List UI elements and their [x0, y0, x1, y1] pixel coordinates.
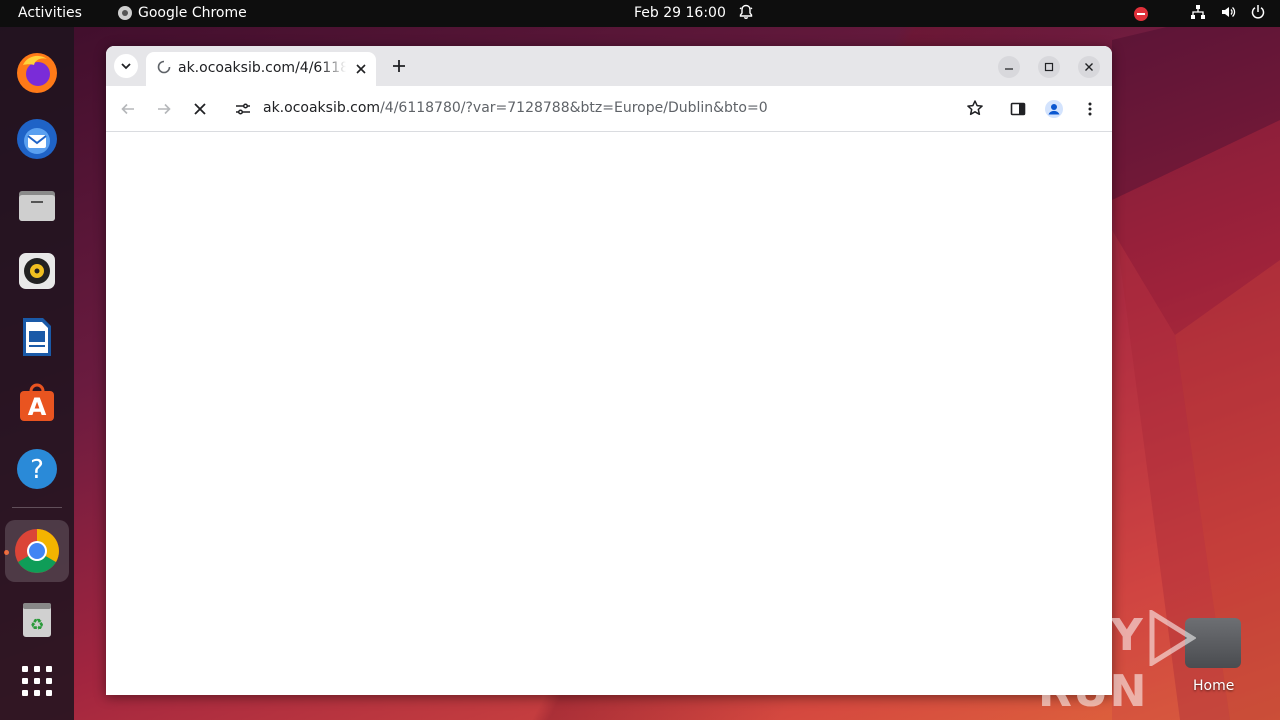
chrome-icon [15, 529, 59, 573]
url-path: /4/6118780/?var=7128788&btz=Europe/Dubli… [380, 100, 768, 116]
dock-libreoffice-writer[interactable] [10, 310, 64, 364]
arrow-left-icon [121, 103, 134, 115]
bookmark-star-icon[interactable] [966, 99, 984, 121]
back-button[interactable] [116, 97, 140, 121]
chrome-small-icon [118, 6, 132, 20]
new-tab-button[interactable] [388, 55, 410, 77]
avatar-icon [1045, 100, 1063, 118]
side-panel-icon [1010, 102, 1026, 116]
app-center-icon: A [20, 383, 54, 421]
watermark-left: ANY [1038, 610, 1144, 661]
svg-text:♻: ♻ [30, 615, 44, 634]
app-menu[interactable]: Google Chrome [118, 5, 247, 21]
power-icon[interactable] [1250, 4, 1266, 24]
system-tray[interactable] [1134, 4, 1266, 24]
tab-close-button[interactable] [352, 60, 370, 78]
libreoffice-writer-icon [23, 318, 51, 356]
dock-rhythmbox[interactable] [10, 244, 64, 298]
stop-loading-button[interactable] [188, 97, 212, 121]
chrome-window: ak.ocoaksib.com/4/6118780/?var=7128788&b… [106, 46, 1112, 695]
volume-icon[interactable] [1220, 4, 1236, 24]
app-name: Google Chrome [138, 5, 247, 21]
dock-chrome[interactable] [5, 520, 69, 582]
chrome-menu-button[interactable] [1078, 97, 1102, 121]
profile-button[interactable] [1042, 97, 1066, 121]
dock: A ? ♻ [0, 27, 74, 720]
play-logo-icon [1149, 610, 1196, 666]
notification-bell-icon[interactable] [738, 4, 754, 24]
loading-favicon-icon [157, 60, 171, 78]
help-icon: ? [17, 449, 57, 489]
dock-help[interactable]: ? [10, 442, 64, 496]
dock-firefox[interactable] [10, 46, 64, 100]
anyrun-watermark: ANYRUN [1038, 610, 1280, 717]
minimize-icon [1005, 68, 1013, 70]
watermark-right: RUN [1038, 666, 1148, 717]
side-panel-button[interactable] [1006, 97, 1030, 121]
tab-search-button[interactable] [114, 54, 138, 78]
activities-button[interactable]: Activities [18, 5, 82, 21]
browser-toolbar: ak.ocoaksib.com/4/6118780/?var=7128788&b… [106, 86, 1112, 132]
svg-text:?: ? [30, 455, 44, 485]
tab-strip: ak.ocoaksib.com/4/6118780/?var=7128788&b… [106, 46, 1112, 86]
close-window-button[interactable] [1078, 56, 1100, 78]
dock-app-center[interactable]: A [10, 376, 64, 430]
maximize-button[interactable] [1038, 56, 1060, 78]
close-icon [1085, 63, 1093, 71]
chevron-down-icon [121, 63, 131, 70]
do-not-disturb-icon[interactable] [1134, 7, 1148, 21]
forward-button[interactable] [152, 97, 176, 121]
svg-text:A: A [28, 393, 47, 421]
dock-separator [12, 507, 62, 508]
maximize-icon [1044, 62, 1054, 72]
close-icon [356, 64, 366, 74]
clock[interactable]: Feb 29 16:00 [634, 5, 726, 21]
plus-icon [393, 60, 405, 72]
address-bar[interactable]: ak.ocoaksib.com/4/6118780/?var=7128788&b… [226, 91, 994, 127]
tab-active[interactable]: ak.ocoaksib.com/4/6118780/?var=7128788&b… [146, 52, 376, 86]
thunderbird-icon [17, 119, 57, 159]
network-icon[interactable] [1190, 4, 1206, 24]
trash-icon: ♻ [23, 603, 51, 637]
minimize-button[interactable] [998, 56, 1020, 78]
url-text: ak.ocoaksib.com/4/6118780/?var=7128788&b… [263, 100, 768, 116]
stop-icon [194, 103, 206, 115]
dock-show-apps[interactable] [10, 654, 64, 708]
top-bar: Activities Google Chrome Feb 29 16:00 [0, 0, 1280, 27]
tab-title: ak.ocoaksib.com/4/6118780/?var=7128788&b… [178, 60, 346, 76]
dock-thunderbird[interactable] [10, 112, 64, 166]
arrow-right-icon [158, 103, 171, 115]
firefox-icon [17, 53, 57, 93]
url-host: ak.ocoaksib.com [263, 100, 381, 116]
rhythmbox-icon [19, 253, 55, 289]
page-content[interactable] [106, 133, 1112, 695]
site-info-icon[interactable] [234, 100, 252, 122]
more-vert-icon [1088, 102, 1092, 116]
dock-files[interactable] [10, 178, 64, 232]
show-apps-icon [22, 666, 52, 696]
dock-trash[interactable]: ♻ [10, 592, 64, 646]
files-icon [19, 191, 55, 221]
